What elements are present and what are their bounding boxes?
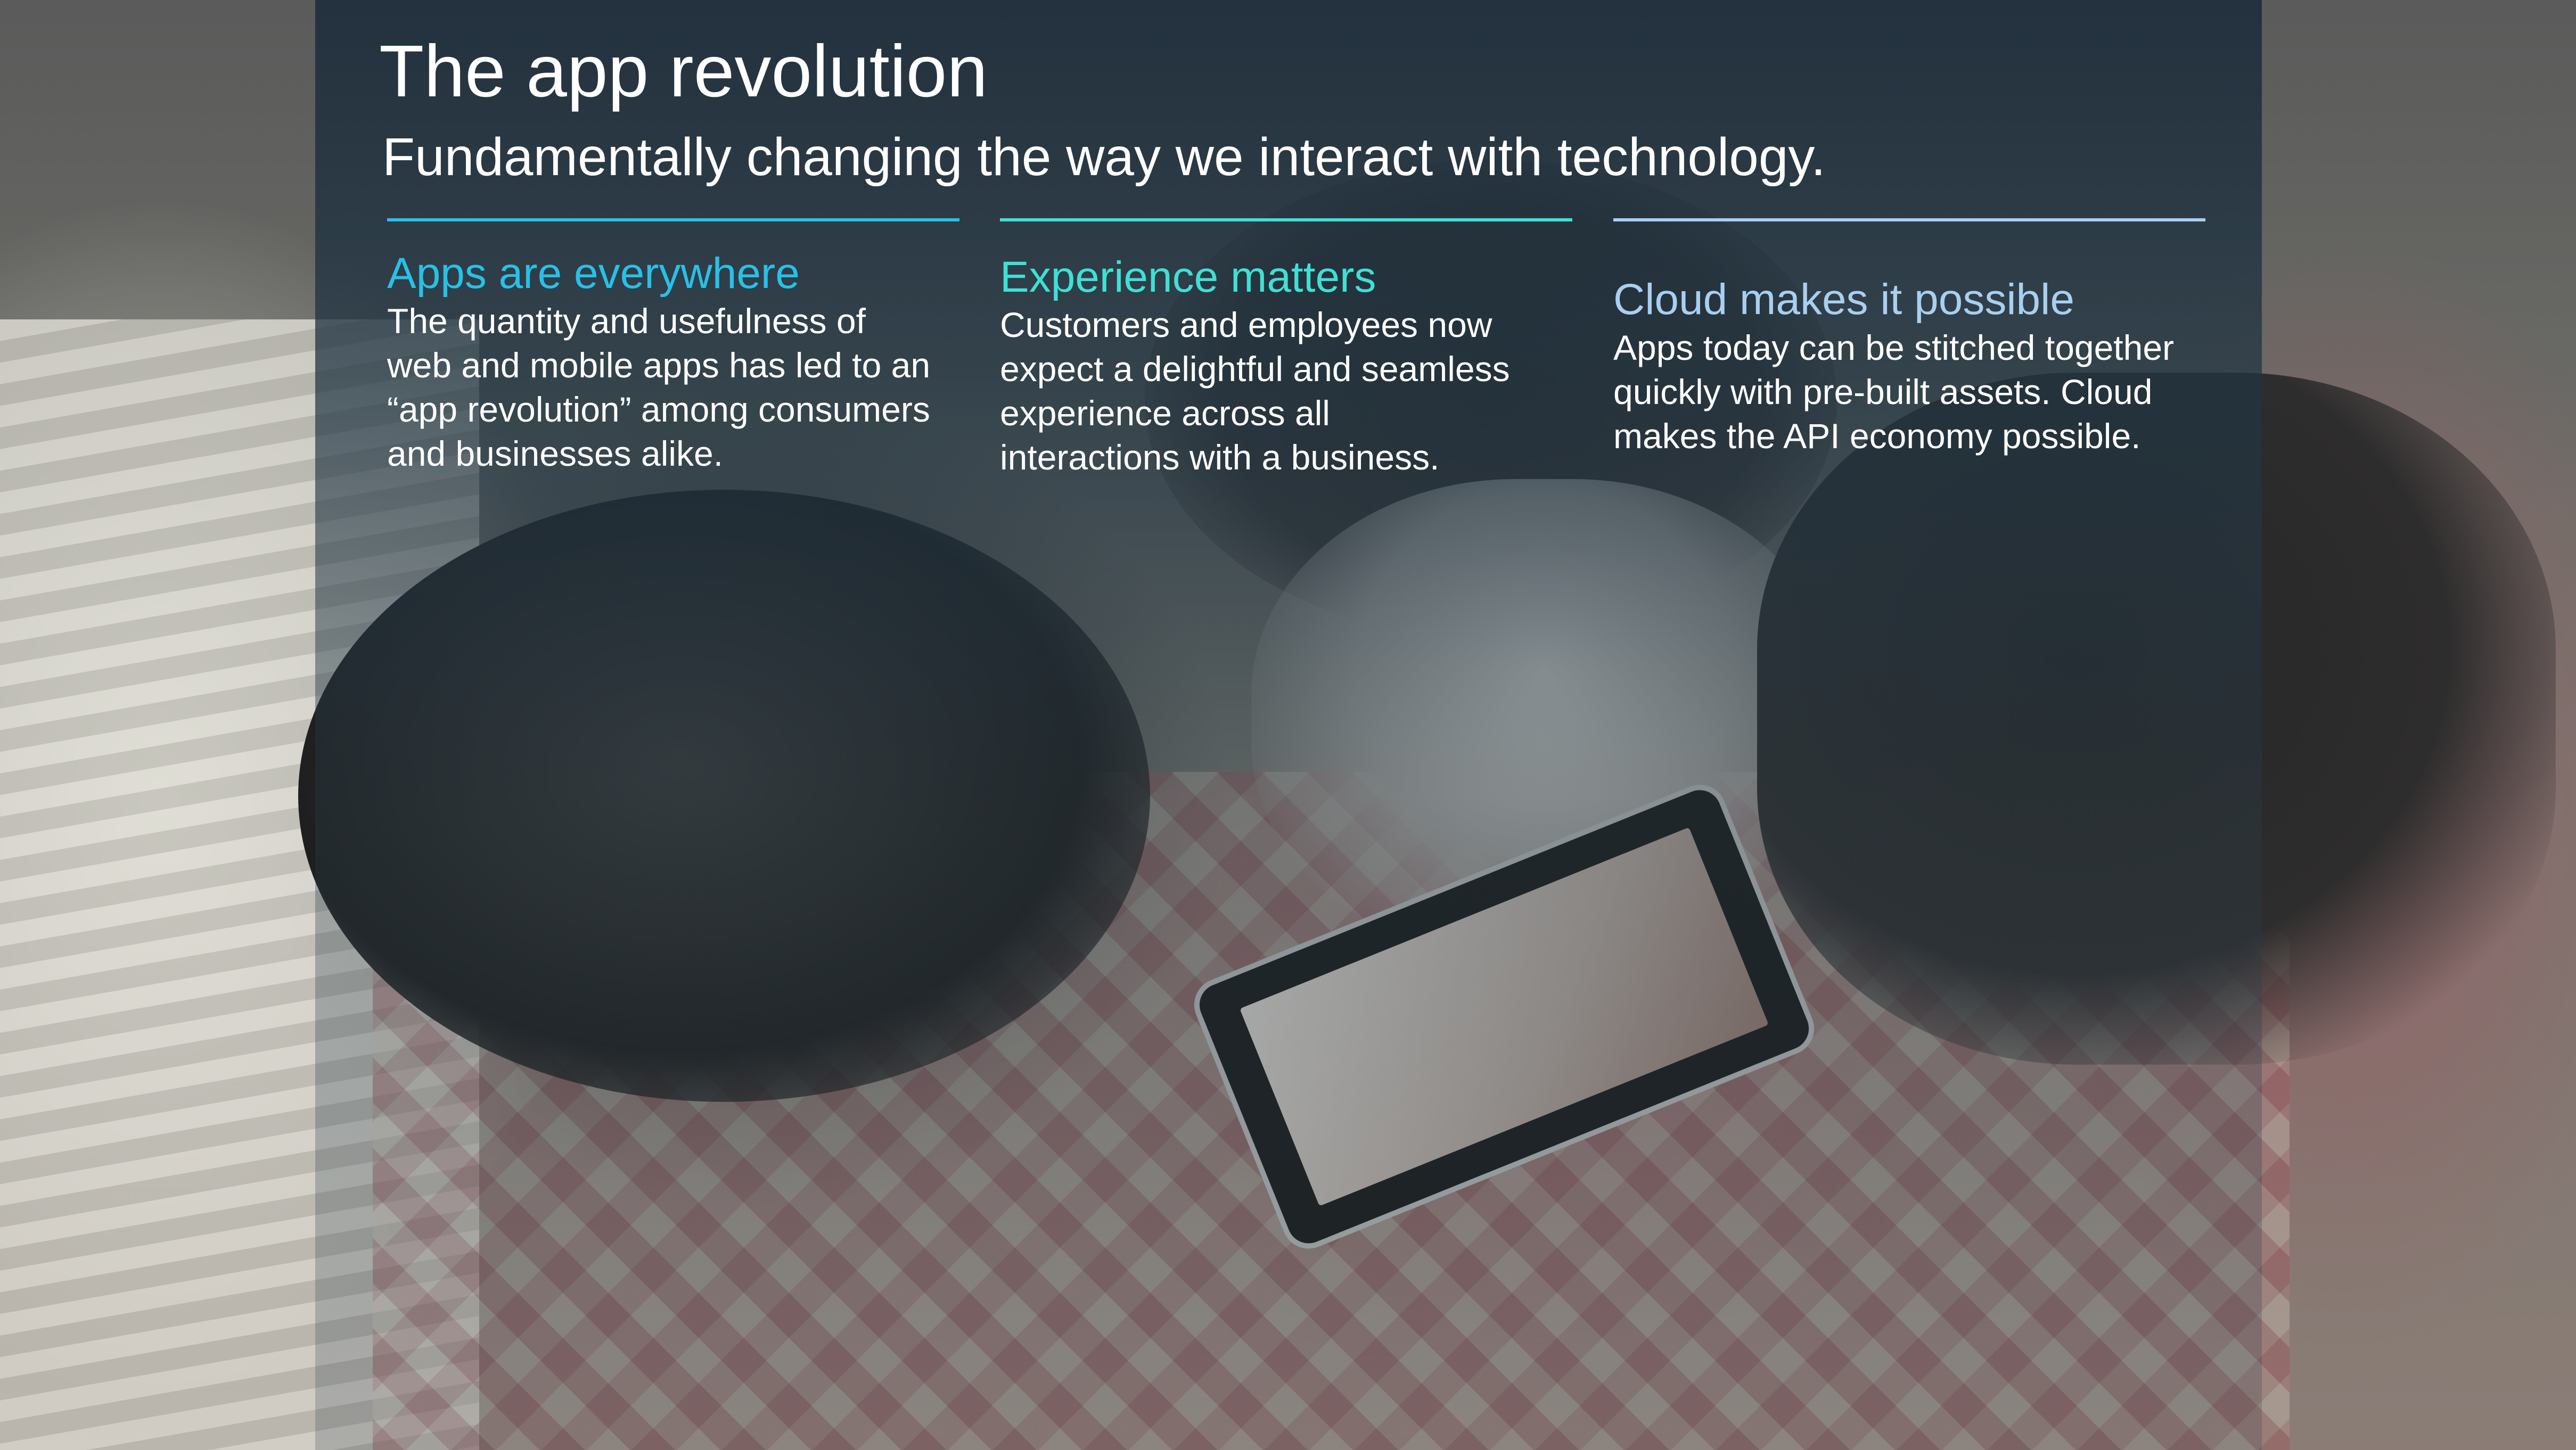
- column-1-rule: [387, 218, 959, 221]
- column-2-heading: Experience matters: [1000, 253, 1376, 301]
- column-1-line: “app revolution” among consumers: [387, 390, 930, 429]
- column-1-body: The quantity and usefulness of web and m…: [387, 299, 930, 476]
- column-2-line: expect a delightful and seamless: [1000, 349, 1510, 389]
- column-2-line: interactions with a business.: [1000, 438, 1440, 477]
- column-2-body: Customers and employees now expect a del…: [1000, 303, 1510, 480]
- column-3-line: makes the API economy possible.: [1613, 416, 2141, 456]
- column-1-line: web and mobile apps has led to an: [387, 345, 931, 385]
- column-1-line: and businesses alike.: [387, 434, 724, 473]
- column-2-rule: [1000, 218, 1572, 221]
- column-2-line: experience across all: [1000, 393, 1330, 433]
- slide-subtitle: Fundamentally changing the way we intera…: [382, 127, 1826, 187]
- column-3-body: Apps today can be stitched together quic…: [1613, 326, 2174, 458]
- column-1-line: The quantity and usefulness of: [387, 301, 866, 341]
- column-3-line: Apps today can be stitched together: [1613, 328, 2175, 367]
- text-overlay-panel: [315, 0, 2262, 1450]
- column-3-rule: [1613, 218, 2205, 221]
- column-2-line: Customers and employees now: [1000, 305, 1492, 344]
- column-3-heading: Cloud makes it possible: [1613, 275, 2074, 324]
- slide-title: The app revolution: [379, 30, 988, 112]
- column-1-heading: Apps are everywhere: [387, 249, 800, 298]
- column-3-line: quickly with pre-built assets. Cloud: [1613, 372, 2153, 411]
